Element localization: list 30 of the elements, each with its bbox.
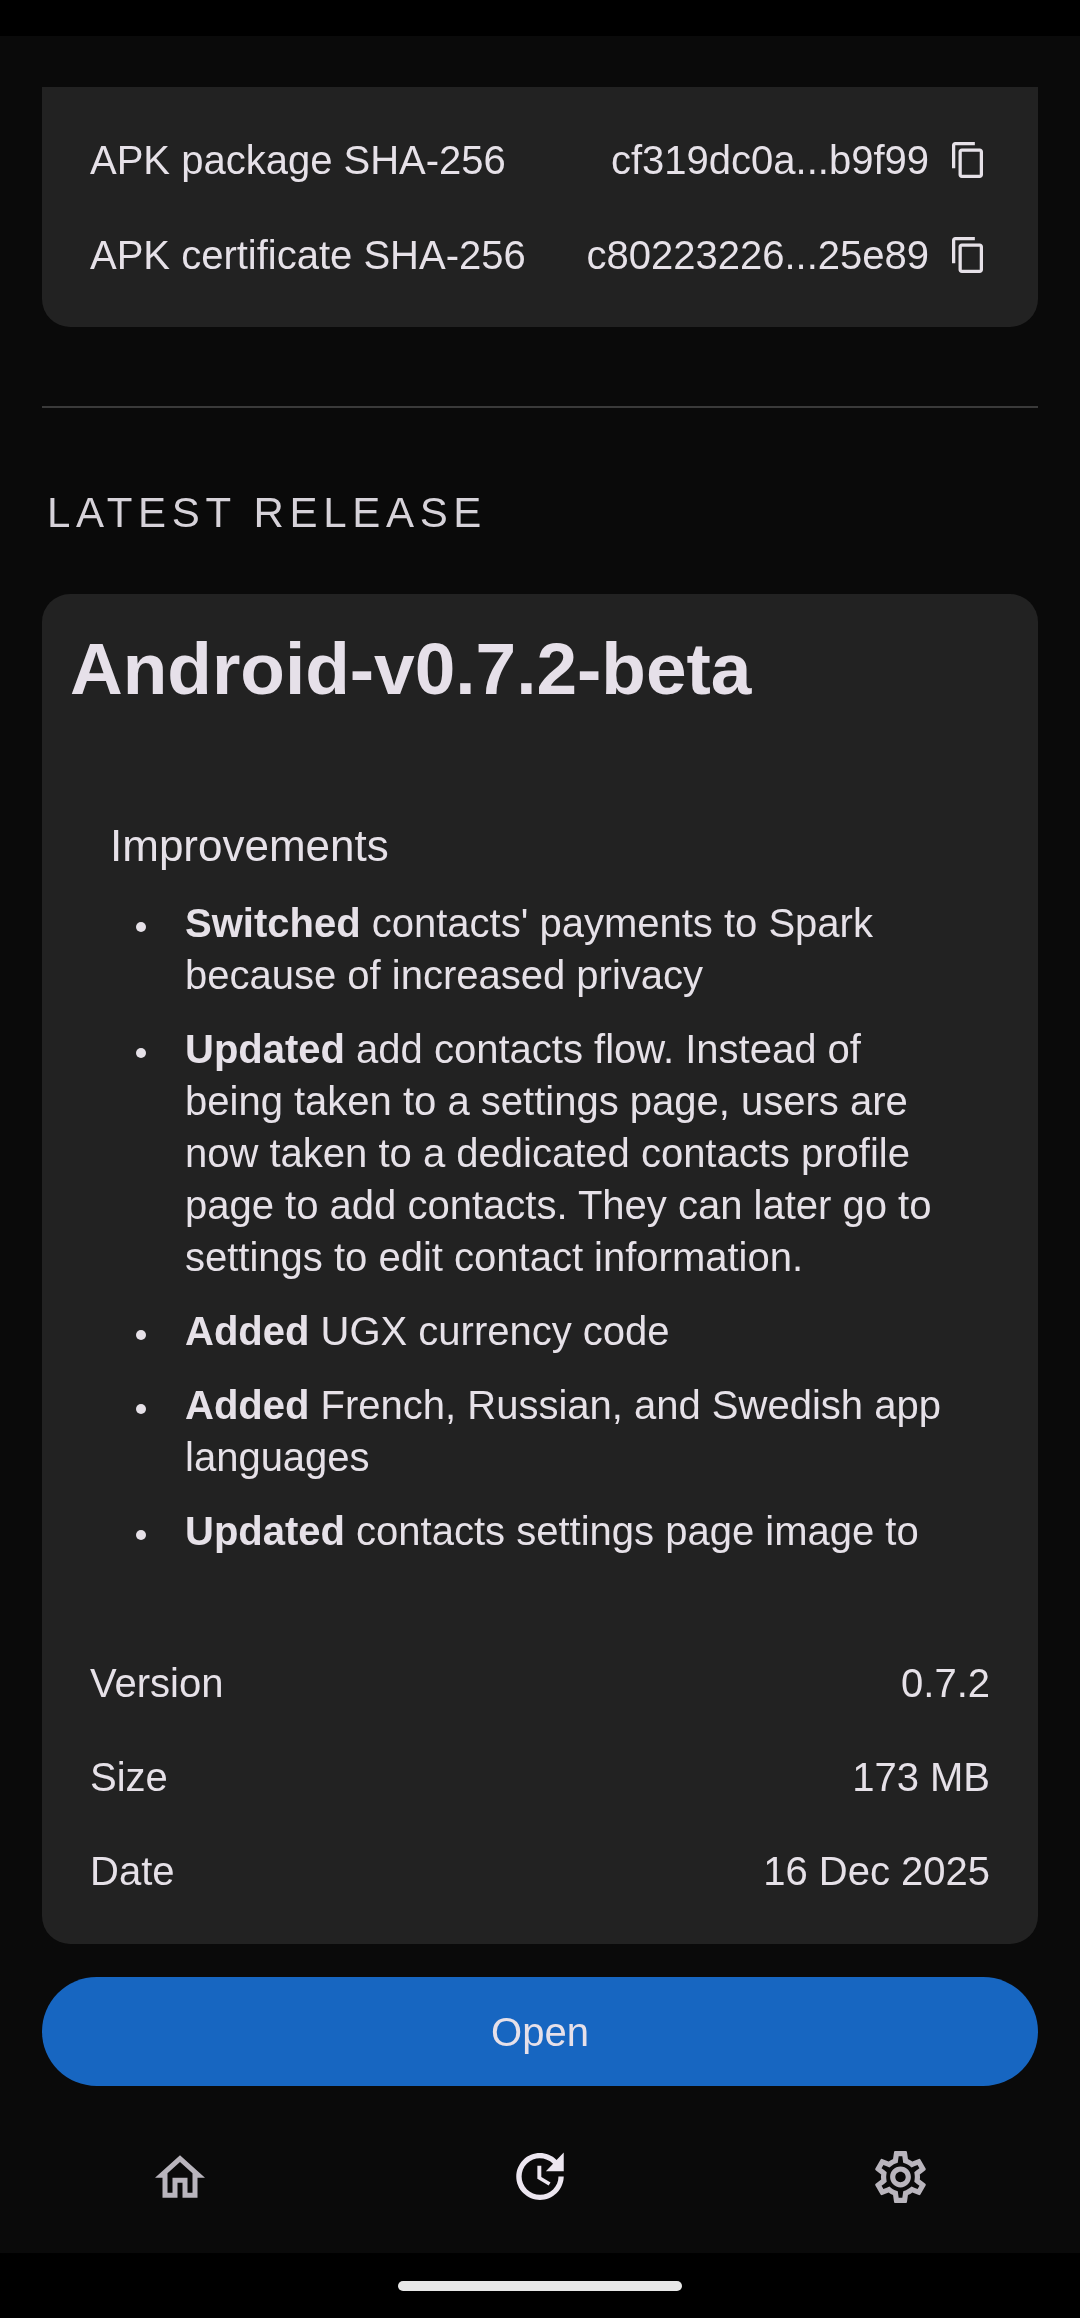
bullet-icon: [136, 922, 146, 932]
gesture-handle-icon: [398, 2280, 682, 2291]
history-icon[interactable]: [516, 2152, 564, 2201]
detail-value: 173 MB: [852, 1754, 990, 1801]
checksum-value: cf319dc0a...b9f99: [610, 136, 929, 184]
copy-icon[interactable]: [952, 141, 983, 178]
release-note: Added French, Russian, and Swedish app languages: [185, 1382, 942, 1481]
detail-value: 0.7.2: [901, 1660, 990, 1707]
checksum-label: APK package SHA-256: [90, 136, 506, 184]
checksum-label: APK certificate SHA-256: [90, 231, 526, 279]
release-note: Updated contacts settings page image to: [185, 1508, 920, 1555]
bullet-icon: [136, 1404, 146, 1414]
home-icon[interactable]: [155, 2155, 205, 2198]
checksum-value: c80223226...25e89: [586, 231, 929, 279]
release-note: Updated add contacts flow. Instead of being taken to a settings page, users are now taken to a dedicated contacts profile page to add contacts. They can later go to settings to edit contact information.: [185, 1026, 933, 1281]
bullet-icon: [136, 1530, 146, 1540]
detail-value: 16 Dec 2025: [763, 1848, 990, 1895]
detail-label: Version: [90, 1660, 224, 1707]
bullet-icon: [136, 1330, 146, 1340]
detail-label: Size: [90, 1754, 168, 1801]
release-title: Android-v0.7.2-beta: [70, 627, 752, 711]
settings-icon[interactable]: [874, 2150, 926, 2203]
bullet-icon: [136, 1048, 146, 1058]
copy-icon[interactable]: [952, 236, 983, 273]
release-note: Added UGX currency code: [185, 1308, 671, 1355]
detail-label: Date: [90, 1848, 175, 1895]
section-heading: LATEST RELEASE: [47, 488, 488, 538]
open-button[interactable]: Open: [42, 1977, 1038, 2086]
release-note: Switched contacts' payments to Spark because of increased privacy: [185, 900, 874, 999]
notes-heading: Improvements: [110, 820, 389, 872]
